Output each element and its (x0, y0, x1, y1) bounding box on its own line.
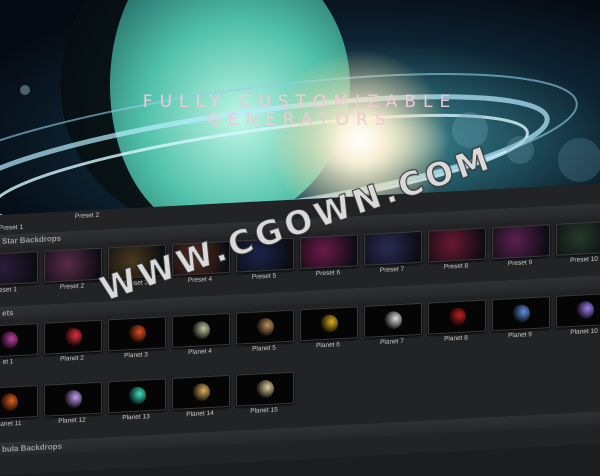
planet-icon (0, 393, 18, 412)
planet-preset-thumbnail[interactable] (236, 371, 294, 407)
planet-preset-thumbnail[interactable] (428, 299, 486, 335)
planet-preset-thumbnail[interactable] (44, 319, 102, 355)
top-preset-label-1: Preset 1 (0, 223, 24, 233)
planet-preset-thumbnail[interactable] (0, 323, 38, 359)
planet-icon (128, 386, 146, 406)
star-preset-thumbnail[interactable] (364, 230, 422, 266)
planet-preset-label: Planet 7 (380, 337, 404, 347)
planet-preset-label: Planet 2 (60, 354, 84, 363)
hero-title-line1: FULLY CUSTOMIZABLE (142, 92, 458, 112)
star-preset-thumbnail[interactable] (428, 227, 486, 263)
star-preset-label: Preset 10 (570, 255, 598, 265)
planet-preset-thumbnail[interactable] (172, 374, 230, 410)
star-preset-label: Preset 6 (315, 269, 341, 278)
star-preset-label: Preset 2 (59, 282, 85, 291)
planet-icon (192, 382, 210, 402)
planet-icon (576, 300, 594, 320)
planet-preset-label: Planet 9 (508, 331, 532, 340)
top-preset-label-2: Preset 2 (74, 211, 100, 221)
planet-preset-thumbnail[interactable] (172, 312, 230, 348)
star-preset-label: Preset 5 (251, 272, 277, 281)
planet-preset-label: Planet 5 (252, 344, 276, 353)
planet-preset-thumbnail[interactable] (108, 316, 166, 352)
planet-icon (256, 317, 274, 337)
planet-preset-thumbnail[interactable] (236, 309, 294, 345)
planet-icon (512, 304, 530, 324)
planet-preset-label: Planet 4 (188, 347, 212, 357)
star-preset-label: Preset 7 (379, 265, 405, 275)
planet-icon (64, 327, 82, 347)
planet-icon (128, 324, 146, 344)
planet-icon (448, 307, 466, 327)
planet-icon (0, 331, 18, 350)
planet-preset-label: Planet 10 (570, 327, 598, 337)
planet-icon (256, 379, 274, 399)
star-preset-label: Preset 9 (507, 259, 533, 268)
planet-icon (320, 314, 338, 334)
planet-preset-thumbnail[interactable] (364, 302, 422, 338)
planet-preset-thumbnail[interactable] (108, 378, 166, 414)
planet-preset-thumbnail[interactable] (556, 292, 600, 328)
star-preset-thumbnail[interactable] (556, 220, 600, 256)
bokeh-orb (506, 136, 534, 164)
planet-icon (384, 310, 402, 330)
planet-icon (64, 389, 82, 409)
star-preset-thumbnail[interactable] (44, 247, 102, 283)
star-preset-thumbnail[interactable] (0, 251, 38, 287)
planet-preset-label: Planet 6 (316, 341, 340, 350)
planet-preset-label: Planet 13 (122, 413, 150, 422)
planet-preset-label: Planet 12 (58, 416, 86, 425)
planet-preset-thumbnail[interactable] (300, 306, 358, 342)
planet-preset-label: Planet 8 (444, 334, 468, 343)
hero-title-line2: GENERATORS (207, 110, 393, 130)
planet-preset-thumbnail[interactable] (492, 296, 550, 332)
bokeh-orb (558, 138, 600, 182)
planet-preset-thumbnail[interactable] (0, 385, 38, 421)
planet-preset-label: Planet 3 (124, 351, 148, 360)
planet-icon (192, 320, 210, 340)
star-preset-thumbnail[interactable] (492, 224, 550, 260)
planet-preset-thumbnail[interactable] (44, 381, 102, 417)
star-preset-label: Preset 8 (443, 262, 469, 271)
planet-preset-label: Planet 15 (250, 406, 278, 415)
planet-preset-label: Planet 14 (186, 409, 214, 419)
